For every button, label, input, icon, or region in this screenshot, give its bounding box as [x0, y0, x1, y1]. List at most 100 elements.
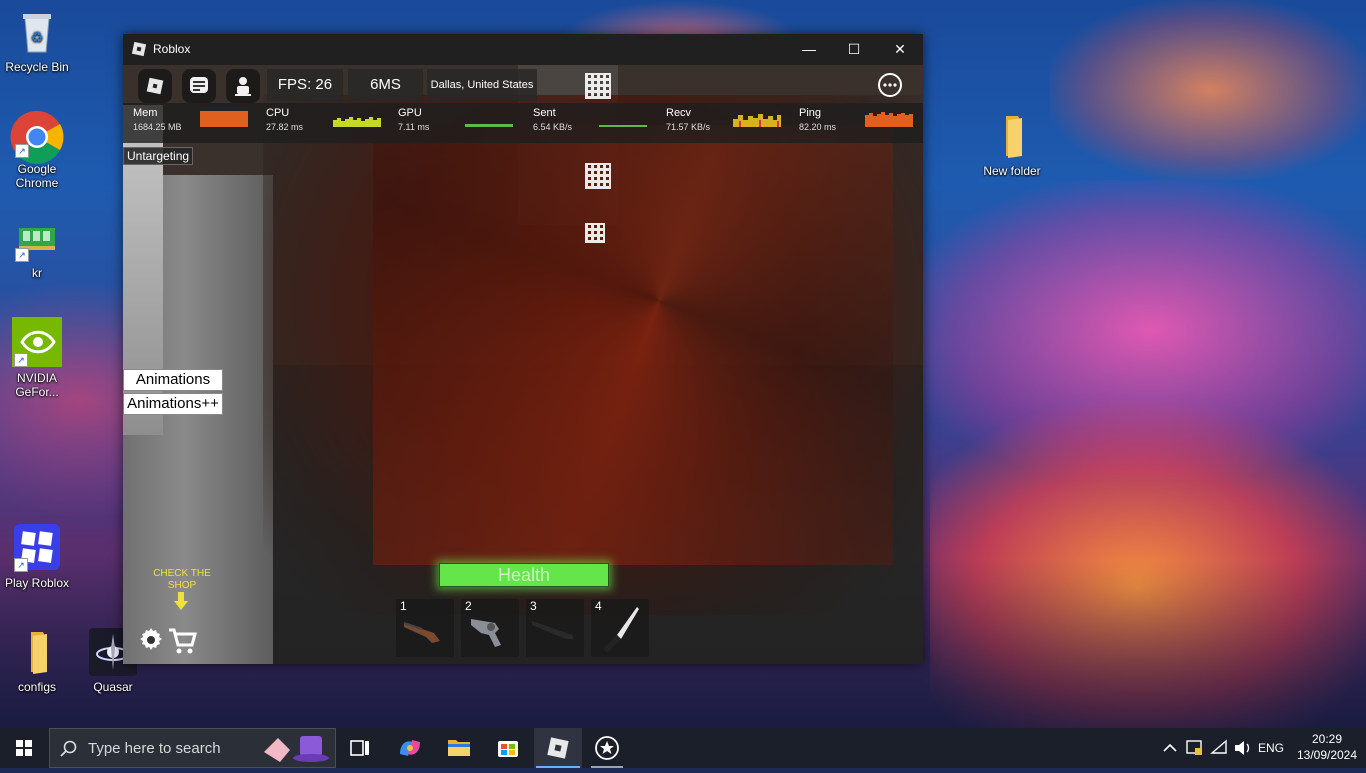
minimize-button[interactable]: —: [786, 34, 832, 65]
hotbar-slot-1[interactable]: 1: [396, 599, 454, 657]
stat-value: 1684.25 MB: [133, 122, 182, 132]
window-titlebar[interactable]: Roblox — ☐ ✕: [123, 34, 923, 65]
stat-label: CPU: [266, 107, 290, 119]
stat-cpu-graph: [333, 117, 381, 127]
shop-cart-icon[interactable]: [167, 627, 197, 655]
health-bar: Health: [439, 563, 609, 587]
more-options-button[interactable]: [878, 73, 902, 97]
stat-recv-graph: [733, 114, 781, 127]
desktop-icon-label: NVIDIA GeFor...: [15, 371, 59, 399]
maximize-button[interactable]: ☐: [831, 34, 877, 65]
close-button[interactable]: ✕: [877, 34, 923, 65]
game-viewport[interactable]: FPS: 26 6MS Dallas, United States Mem 16…: [123, 65, 923, 664]
desktop-icon-label: Recycle Bin: [5, 60, 69, 74]
latency-display: 6MS: [348, 69, 423, 101]
start-button[interactable]: [0, 728, 48, 768]
untargeting-label: Untargeting: [123, 147, 194, 165]
server-location: Dallas, United States: [427, 69, 537, 101]
folder-icon: [13, 628, 61, 676]
shortcut-arrow-icon: ↗: [14, 558, 28, 572]
hotbar-slot-4[interactable]: 4: [591, 599, 649, 657]
performance-stats-bar: Mem 1684.25 MB CPU 27.82 ms GPU 7.11 ms …: [123, 103, 923, 143]
desktop-icon-label: New folder: [983, 164, 1041, 178]
roblox-menu-button[interactable]: [138, 69, 172, 103]
desktop-icon-chrome[interactable]: ↗ Google Chrome: [1, 110, 73, 190]
task-view-button[interactable]: [336, 728, 384, 768]
stat-value: 27.82 ms: [266, 122, 304, 132]
roblox-window[interactable]: Roblox — ☐ ✕ FPS: 26 6MS Dallas, United …: [123, 34, 923, 664]
desktop-icon-play-roblox[interactable]: ↗ Play Roblox: [1, 522, 73, 590]
folder-icon: [988, 112, 1036, 160]
star-app-taskbar-button[interactable]: [583, 728, 631, 768]
desktop-icon-configs[interactable]: configs: [1, 628, 73, 694]
shortcut-arrow-icon: ↗: [15, 144, 29, 158]
volume-icon[interactable]: [1232, 728, 1254, 768]
taskbar-search-box[interactable]: Type here to search: [49, 728, 336, 768]
hotbar-slot-2[interactable]: 2: [461, 599, 519, 657]
stat-gpu-graph: [465, 124, 513, 127]
roblox-logo-icon: [131, 41, 147, 57]
stat-sent-graph: [599, 125, 647, 127]
recycle-bin-icon: ♻: [13, 8, 61, 56]
stat-ping: Ping 82.20 ms: [799, 107, 836, 132]
security-tray-icon[interactable]: [1184, 728, 1206, 768]
slot-number: 3: [530, 599, 537, 613]
clock-time: 20:29: [1311, 732, 1343, 746]
copilot-icon[interactable]: [386, 728, 434, 768]
roblox-taskbar-button[interactable]: [534, 728, 582, 768]
window-title: Roblox: [153, 42, 191, 56]
stat-value: 82.20 ms: [799, 122, 837, 132]
stat-value: 71.57 KB/s: [666, 122, 711, 132]
search-placeholder: Type here to search: [88, 740, 221, 757]
memory-chip-icon: ↗: [13, 214, 61, 262]
nvidia-icon: ↗: [12, 317, 62, 367]
file-explorer-icon[interactable]: [435, 728, 483, 768]
stat-label: Sent: [533, 107, 556, 119]
clock[interactable]: 20:29 13/09/2024: [1296, 728, 1358, 768]
language-indicator[interactable]: ENG: [1258, 728, 1290, 768]
search-icon: [60, 740, 77, 757]
slot-number: 1: [400, 599, 407, 613]
show-hidden-icons-button[interactable]: [1160, 728, 1180, 768]
clock-date: 13/09/2024: [1296, 748, 1358, 762]
desktop-icon-label: Quasar: [93, 680, 133, 694]
stat-label: GPU: [398, 107, 422, 119]
chat-button[interactable]: [182, 69, 216, 103]
avatar-button[interactable]: [226, 69, 260, 103]
desktop-icon-label: Google Chrome: [15, 162, 59, 190]
animations-button[interactable]: Animations: [123, 369, 223, 391]
stat-ping-graph: [865, 112, 913, 127]
fps-counter: FPS: 26: [267, 69, 343, 101]
roblox-studio-icon: ↗: [12, 522, 62, 572]
animations-plus-button[interactable]: Animations++: [123, 393, 223, 415]
slot-number: 2: [465, 599, 472, 613]
desktop-icon-recycle-bin[interactable]: ♻ Recycle Bin: [1, 8, 73, 74]
stat-mem-graph: [200, 111, 248, 127]
arrow-down-icon: [174, 592, 188, 610]
shortcut-arrow-icon: ↗: [14, 353, 28, 367]
desktop-icon-nvidia[interactable]: ↗ NVIDIA GeFor...: [1, 317, 73, 399]
stat-cpu: CPU 27.82 ms: [266, 107, 303, 132]
stat-label: Recv: [666, 107, 692, 119]
stat-value: 7.11 ms: [398, 122, 430, 132]
desktop-icon-new-folder[interactable]: New folder: [976, 112, 1048, 178]
stat-mem: Mem 1684.25 MB: [133, 107, 182, 132]
svg-text:♻: ♻: [31, 29, 44, 45]
chrome-icon: ↗: [10, 110, 64, 164]
microsoft-store-icon[interactable]: [484, 728, 532, 768]
hotbar-slot-3[interactable]: 3: [526, 599, 584, 657]
stat-recv: Recv 71.57 KB/s: [666, 107, 710, 132]
stat-label: Ping: [799, 107, 822, 119]
search-highlight-icon: [264, 736, 329, 762]
desktop-icon-label: kr: [32, 266, 42, 280]
settings-gear-icon[interactable]: [137, 626, 165, 654]
desktop-icon-label: Play Roblox: [4, 576, 70, 590]
network-icon[interactable]: [1209, 728, 1231, 768]
desktop-icon-label: configs: [17, 680, 57, 694]
shortcut-arrow-icon: ↗: [15, 248, 29, 262]
stat-gpu: GPU 7.11 ms: [398, 107, 429, 132]
shop-hint: CHECK THE SHOP: [153, 568, 211, 591]
desktop-icon-kr[interactable]: ↗ kr: [1, 214, 73, 280]
slot-number: 4: [595, 599, 602, 613]
stat-sent: Sent 6.54 KB/s: [533, 107, 572, 132]
